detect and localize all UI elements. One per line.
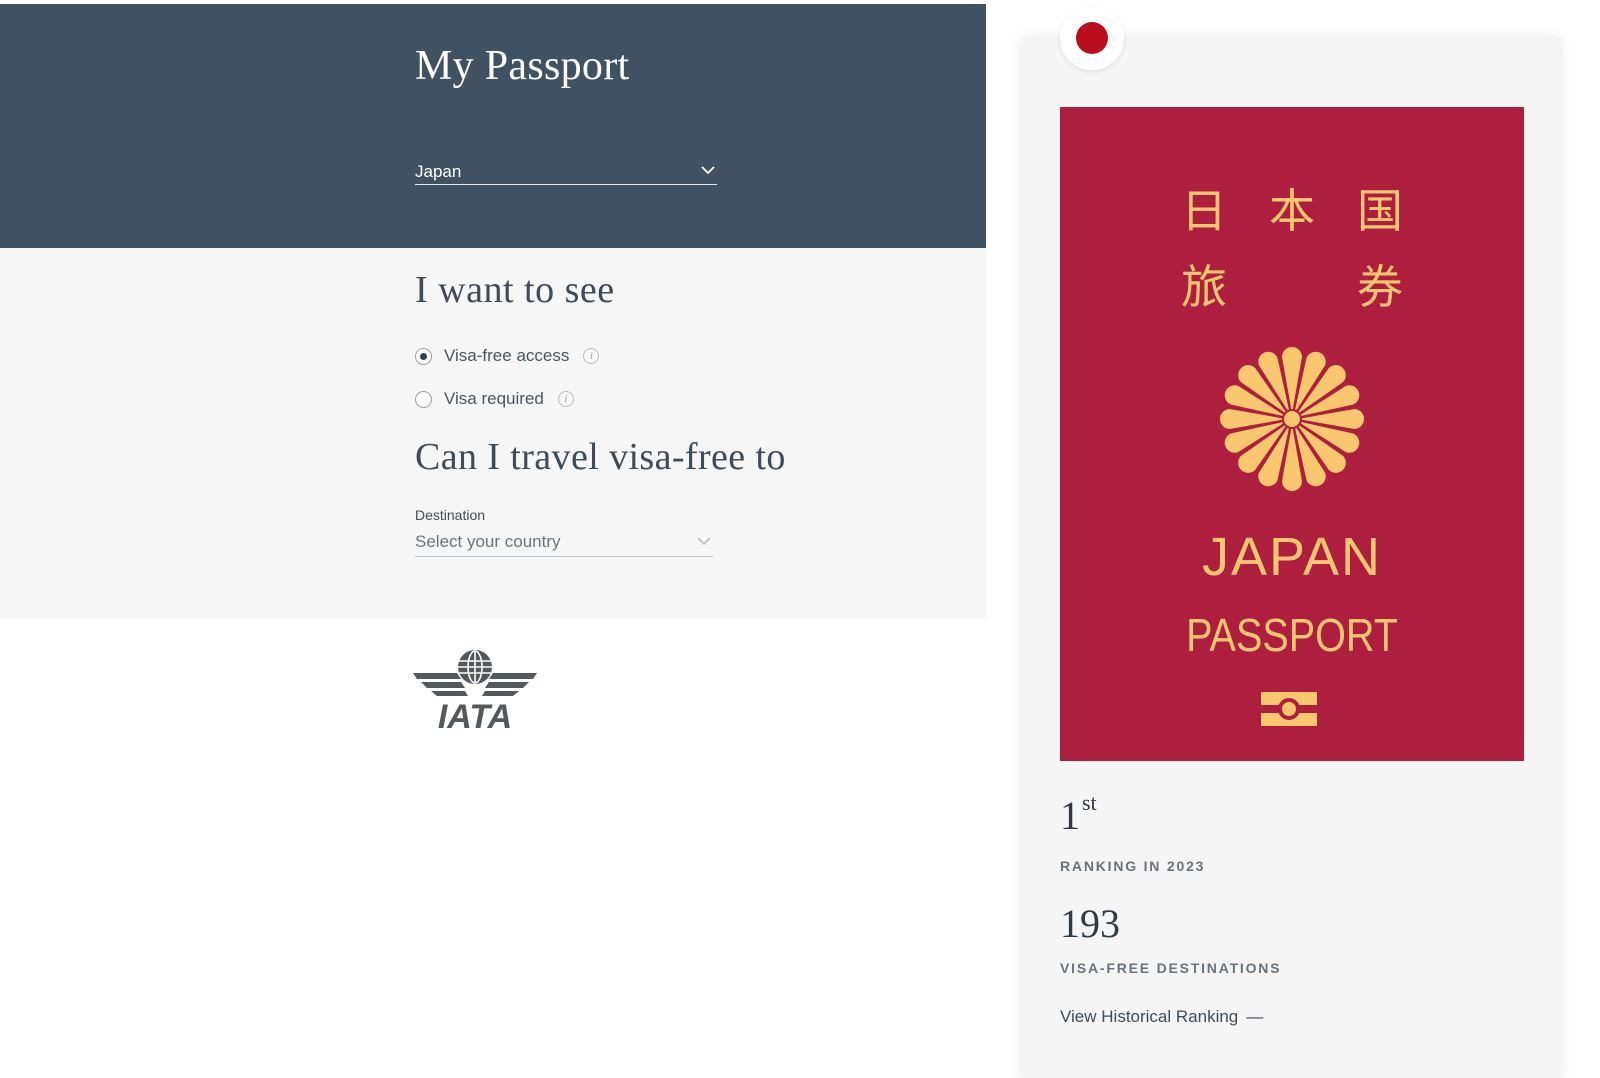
ranking-number: 1: [1060, 793, 1080, 838]
view-historical-ranking-link[interactable]: View Historical Ranking —: [1060, 1007, 1263, 1027]
biometric-chip-icon: [1261, 692, 1317, 726]
destinations-label: VISA-FREE DESTINATIONS: [1060, 960, 1282, 976]
info-icon[interactable]: i: [557, 391, 574, 407]
passport-country-value: Japan: [415, 162, 462, 181]
destination-select[interactable]: Select your country: [415, 530, 713, 557]
destinations-count: 193: [1060, 901, 1120, 946]
cover-script-char: 日: [1181, 184, 1227, 238]
cover-country: JAPAN: [1202, 527, 1382, 587]
japan-flag-icon: [1076, 22, 1108, 54]
travel-heading: Can I travel visa-free to: [415, 436, 786, 478]
history-link-label: View Historical Ranking: [1060, 1007, 1239, 1026]
iata-logo-text: IATA: [438, 698, 512, 732]
chrysanthemum-center: [1282, 409, 1302, 429]
destination-label: Destination: [415, 507, 486, 523]
chevron-down-icon: [697, 537, 711, 546]
history-link-dash: —: [1246, 1007, 1264, 1026]
cover-script-char: 国: [1357, 184, 1403, 238]
cover-script-char: 券: [1357, 260, 1403, 314]
visa-required-label: Visa required: [444, 389, 544, 408]
visa-required-radio[interactable]: [415, 390, 432, 408]
chrysanthemum-emblem-icon: [1218, 345, 1366, 493]
ranking-label: RANKING IN 2023: [1060, 858, 1206, 874]
visa-free-option[interactable]: Visa-free access i: [415, 344, 600, 368]
header-band: [0, 4, 986, 248]
destination-placeholder: Select your country: [415, 532, 561, 551]
cover-script-char: 本: [1269, 184, 1315, 238]
cover-script-char: 旅: [1181, 260, 1227, 314]
visa-free-label: Visa-free access: [444, 346, 570, 365]
chevron-down-icon: [701, 166, 715, 175]
flag-badge: [1060, 6, 1124, 70]
visa-free-radio[interactable]: [415, 347, 432, 365]
passport-cover-art: 日 本 国 旅 券 JAPAN PASSPORT: [1181, 184, 1403, 726]
ranking-suffix: st: [1082, 790, 1097, 815]
info-icon[interactable]: i: [583, 348, 600, 364]
page-title: My Passport: [415, 43, 630, 89]
see-heading: I want to see: [415, 269, 615, 311]
cover-type: PASSPORT: [1186, 610, 1398, 661]
visa-required-option[interactable]: Visa required i: [415, 387, 574, 411]
ranking-value: 1st: [1060, 790, 1097, 839]
passport-country-select[interactable]: Japan: [415, 160, 717, 185]
iata-logo: IATA: [413, 650, 537, 732]
passport-cover: 日 本 国 旅 券 JAPAN PASSPORT: [1060, 107, 1524, 761]
